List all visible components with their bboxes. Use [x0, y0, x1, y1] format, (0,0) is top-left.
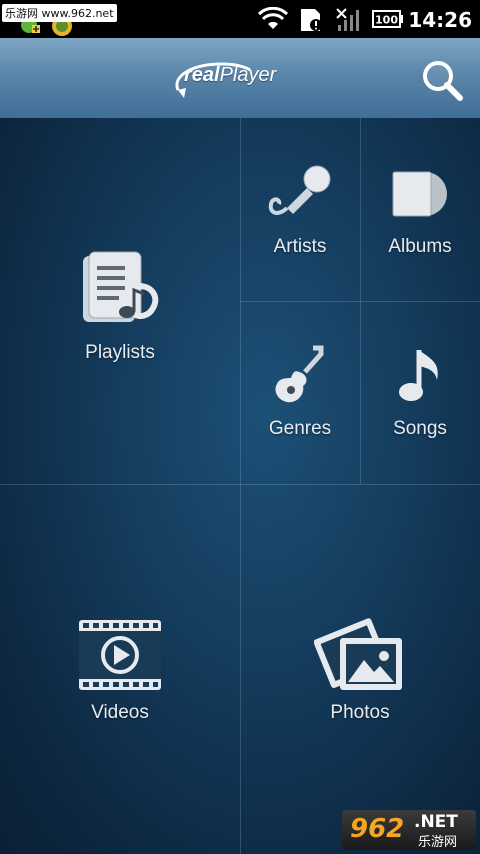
tile-playlists[interactable]: Playlists [40, 246, 200, 364]
grid-divider [240, 301, 480, 302]
wifi-icon [258, 7, 288, 29]
microphone-icon [268, 165, 331, 215]
battery-level-text: 100 [375, 14, 398, 27]
tile-label-songs: Songs [393, 418, 447, 439]
site-watermark: 962 .NET 乐游网 [342, 810, 476, 850]
library-grid: Playlists Artists Albums Genres Songs Vi… [0, 118, 480, 854]
logo-text-player: Player [219, 64, 277, 86]
tile-label-artists: Artists [273, 236, 327, 257]
music-note-icon [399, 350, 438, 401]
watermark-text: 乐游网 www.962.net [2, 4, 117, 22]
sd-card-icon [301, 9, 322, 31]
grid-divider [240, 118, 241, 854]
film-icon [79, 620, 161, 690]
battery-icon: 100 [372, 10, 403, 28]
tile-albums[interactable]: Albums [370, 162, 470, 258]
status-bar: 乐游网 www.962.net 100 14:26 [0, 0, 480, 38]
tile-label-genres: Genres [268, 418, 332, 439]
tile-songs[interactable]: Songs [370, 344, 470, 440]
app-header: realPlayer [0, 38, 480, 118]
app-logo-text: realPlayer [184, 64, 276, 87]
no-signal-icon [336, 8, 359, 31]
watermark-number: 962 [350, 814, 405, 844]
playlist-icon [83, 251, 159, 322]
watermark-cn-text: 乐游网 [418, 835, 458, 850]
tile-videos[interactable]: Videos [40, 618, 200, 724]
tile-label-playlists: Playlists [85, 342, 155, 363]
tile-label-photos: Photos [330, 702, 390, 723]
tile-photos[interactable]: Photos [280, 612, 440, 724]
tile-artists[interactable]: Artists [250, 162, 350, 258]
logo-text-real: real [184, 64, 220, 86]
album-icon [392, 171, 447, 217]
guitar-icon [275, 345, 324, 403]
tile-label-albums: Albums [388, 236, 452, 257]
search-icon[interactable] [418, 56, 466, 104]
clock-text: 14:26 [408, 8, 472, 32]
grid-divider [0, 484, 480, 485]
watermark-suffix: .NET [414, 812, 458, 832]
photo-icon [314, 618, 402, 690]
tile-label-videos: Videos [91, 702, 149, 723]
tile-genres[interactable]: Genres [250, 344, 350, 440]
